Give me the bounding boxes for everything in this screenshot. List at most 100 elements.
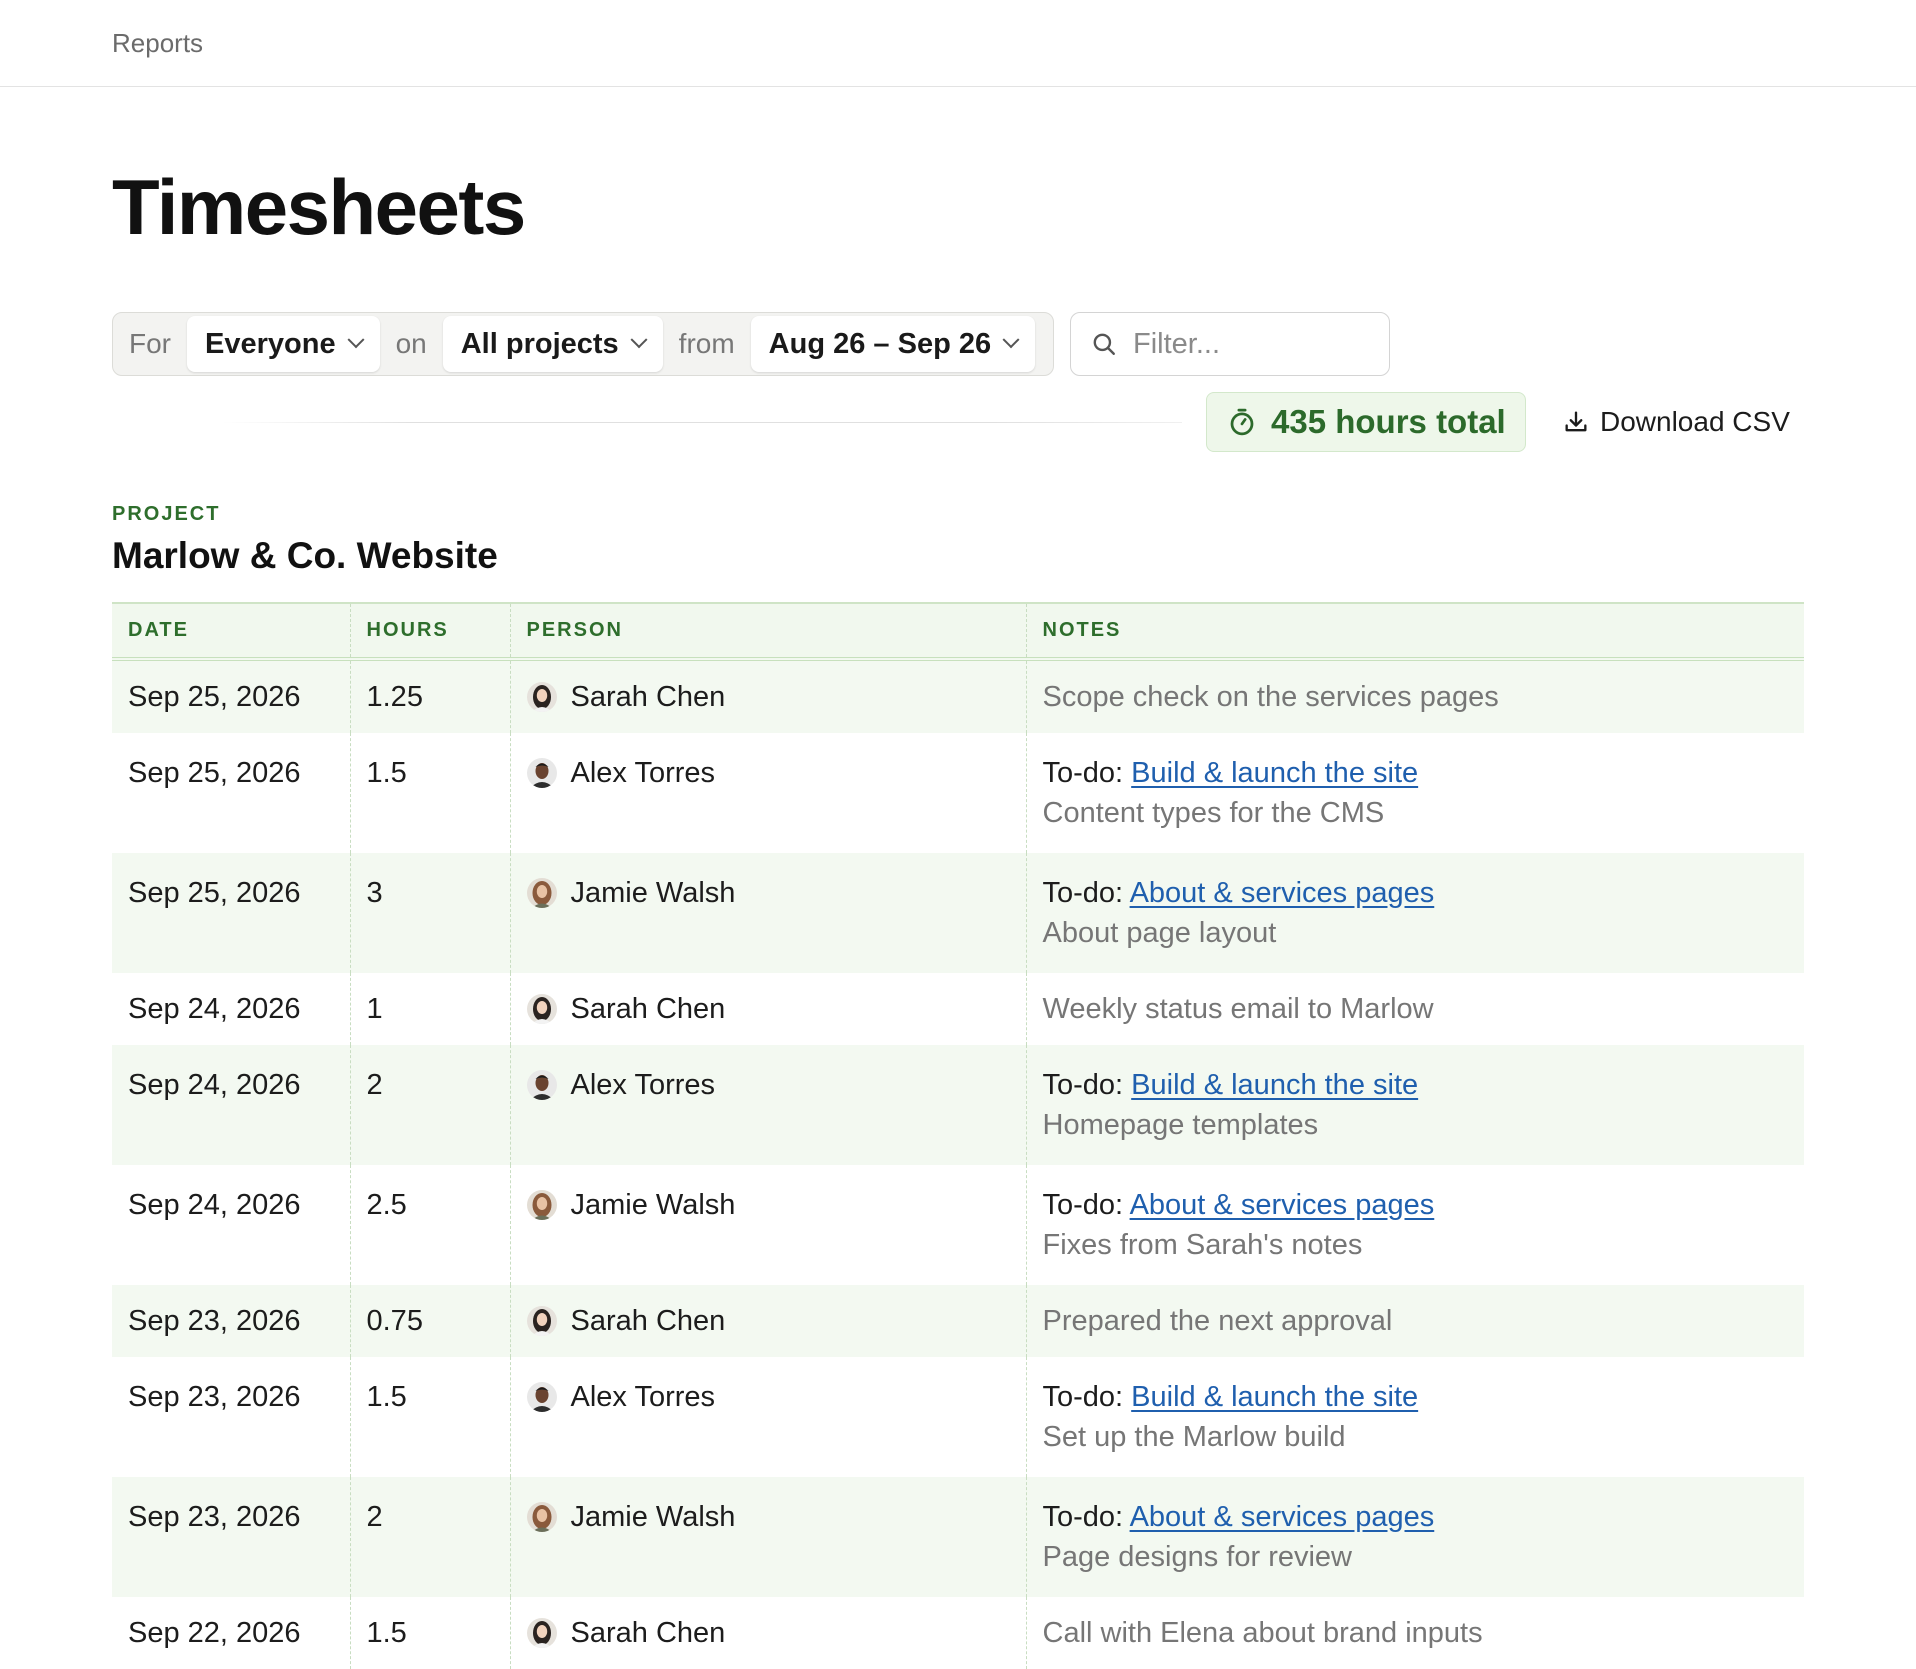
avatar bbox=[526, 878, 557, 908]
cell-hours: 0.75 bbox=[349, 1285, 510, 1357]
cell-person: Sarah Chen bbox=[509, 1285, 1026, 1357]
todo-link[interactable]: About & services pages bbox=[1130, 1501, 1435, 1533]
date-range-selector[interactable]: Aug 26 – Sep 26 bbox=[750, 316, 1036, 372]
hours-total-text: 435 hours total bbox=[1271, 403, 1506, 440]
avatar bbox=[526, 1190, 557, 1220]
breadcrumb-reports[interactable]: Reports bbox=[112, 28, 203, 59]
top-bar: Reports bbox=[0, 0, 1916, 87]
cell-person: Sarah Chen bbox=[509, 659, 1026, 733]
search-icon bbox=[1093, 333, 1115, 355]
column-header-hours[interactable]: HOURS bbox=[349, 603, 510, 661]
todo-prefix: To-do: bbox=[1042, 877, 1124, 909]
note-text: Homepage templates bbox=[1042, 1109, 1319, 1141]
cell-hours: 2 bbox=[349, 1045, 510, 1165]
filter-search-input[interactable] bbox=[1133, 327, 1373, 361]
todo-prefix: To-do: bbox=[1042, 757, 1124, 789]
todo-prefix: To-do: bbox=[1042, 1189, 1124, 1221]
person-name: Sarah Chen bbox=[570, 993, 726, 1025]
person-name: Jamie Walsh bbox=[570, 1501, 736, 1533]
person-name: Alex Torres bbox=[570, 757, 716, 789]
avatar bbox=[526, 758, 557, 788]
filter-from-label: from bbox=[678, 328, 735, 359]
chevron-down-icon bbox=[630, 331, 648, 349]
download-icon bbox=[1565, 411, 1587, 432]
cell-person: Alex Torres bbox=[509, 733, 1026, 853]
avatar bbox=[526, 1070, 557, 1100]
avatar bbox=[526, 682, 557, 712]
cell-date: Sep 23, 2026 bbox=[128, 1381, 301, 1413]
column-header-notes[interactable]: NOTES bbox=[1025, 603, 1804, 661]
cell-person: Jamie Walsh bbox=[509, 1477, 1026, 1597]
note-text: Page designs for review bbox=[1042, 1541, 1353, 1573]
column-header-person[interactable]: PERSON bbox=[509, 603, 1026, 661]
cell-hours: 2 bbox=[349, 1477, 510, 1597]
cell-date: Sep 24, 2026 bbox=[128, 1189, 301, 1221]
table-row: Sep 24, 2026 1 Sarah Chen Weekly status ema… bbox=[112, 973, 1804, 1045]
divider bbox=[222, 422, 1182, 423]
note-text: Fixes from Sarah's notes bbox=[1042, 1229, 1363, 1261]
filter-bar: For Everyone on All projects from Aug 26… bbox=[112, 312, 1054, 376]
note-text: About page layout bbox=[1042, 917, 1277, 949]
cell-notes: To-do: Build & launch the site Set up the… bbox=[1025, 1357, 1804, 1477]
cell-notes: To-do: Build & launch the site Content ty… bbox=[1025, 733, 1804, 853]
cell-person: Sarah Chen bbox=[509, 973, 1026, 1045]
person-name: Jamie Walsh bbox=[570, 1189, 736, 1221]
cell-date: Sep 23, 2026 bbox=[128, 1305, 301, 1337]
cell-person: Jamie Walsh bbox=[509, 1165, 1026, 1285]
cell-date: Sep 24, 2026 bbox=[128, 1069, 301, 1101]
column-header-date[interactable]: DATE bbox=[112, 603, 350, 661]
chevron-down-icon bbox=[1002, 331, 1020, 349]
note-text: Weekly status email to Marlow bbox=[1042, 993, 1434, 1025]
todo-link[interactable]: Build & launch the site bbox=[1131, 757, 1418, 789]
cell-person: Sarah Chen bbox=[509, 1597, 1026, 1669]
person-name: Sarah Chen bbox=[570, 1305, 726, 1337]
project-label: PROJECT bbox=[112, 503, 221, 525]
cell-date: Sep 22, 2026 bbox=[128, 1617, 301, 1649]
filter-for-label: For bbox=[129, 328, 171, 359]
person-name: Sarah Chen bbox=[570, 681, 726, 713]
cell-notes: Prepared the next approval bbox=[1025, 1285, 1804, 1357]
cell-notes: To-do: About & services pages About page … bbox=[1025, 853, 1804, 973]
avatar bbox=[526, 1382, 557, 1412]
hours-total-badge: 435 hours total bbox=[1206, 392, 1526, 452]
stopwatch-icon bbox=[1230, 408, 1254, 436]
person-selector-value: Everyone bbox=[205, 327, 336, 360]
table-row: Sep 25, 2026 1.25 Sarah Chen Scope check on… bbox=[112, 659, 1804, 733]
todo-link[interactable]: Build & launch the site bbox=[1131, 1381, 1418, 1413]
note-text: Call with Elena about brand inputs bbox=[1042, 1617, 1483, 1649]
table-row: Sep 25, 2026 3 Jamie Walsh To-do: About & s… bbox=[112, 853, 1804, 973]
table-row: Sep 24, 2026 2 Alex Torres To-do: Build & l… bbox=[112, 1045, 1804, 1165]
project-selector[interactable]: All projects bbox=[442, 316, 663, 372]
cell-notes: Call with Elena about brand inputs bbox=[1025, 1597, 1804, 1669]
cell-hours: 1.5 bbox=[349, 1357, 510, 1477]
todo-link[interactable]: About & services pages bbox=[1130, 1189, 1435, 1221]
project-name: Marlow & Co. Website bbox=[112, 535, 498, 576]
chevron-down-icon bbox=[347, 331, 365, 349]
cell-notes: To-do: About & services pages Fixes from … bbox=[1025, 1165, 1804, 1285]
cell-hours: 1.5 bbox=[349, 1597, 510, 1669]
cell-person: Alex Torres bbox=[509, 1045, 1026, 1165]
todo-prefix: To-do: bbox=[1042, 1069, 1124, 1101]
table-row: Sep 23, 2026 1.5 Alex Torres To-do: Build &… bbox=[112, 1357, 1804, 1477]
cell-notes: To-do: About & services pages Page design… bbox=[1025, 1477, 1804, 1597]
avatar bbox=[526, 994, 557, 1024]
table-header-row: DATE HOURS PERSON NOTES bbox=[112, 603, 1804, 661]
timesheet-table: DATE HOURS PERSON NOTES Sep 25, 2026 1.25… bbox=[112, 602, 1804, 1669]
todo-link[interactable]: About & services pages bbox=[1130, 877, 1435, 909]
cell-date: Sep 25, 2026 bbox=[128, 681, 301, 713]
todo-link[interactable]: Build & launch the site bbox=[1131, 1069, 1418, 1101]
download-csv-label: Download CSV bbox=[1600, 406, 1790, 437]
cell-hours: 1.25 bbox=[349, 659, 510, 733]
table-row: Sep 22, 2026 1.5 Sarah Chen Call with Elena… bbox=[112, 1597, 1804, 1669]
note-text: Set up the Marlow build bbox=[1042, 1421, 1346, 1453]
avatar bbox=[526, 1502, 557, 1532]
person-selector[interactable]: Everyone bbox=[187, 316, 380, 372]
note-text: Scope check on the services pages bbox=[1042, 681, 1499, 713]
table-row: Sep 24, 2026 2.5 Jamie Walsh To-do: About &… bbox=[112, 1165, 1804, 1285]
avatar bbox=[526, 1306, 557, 1336]
person-name: Jamie Walsh bbox=[570, 877, 736, 909]
cell-date: Sep 24, 2026 bbox=[128, 993, 301, 1025]
person-name: Alex Torres bbox=[570, 1381, 716, 1413]
download-csv-button[interactable]: Download CSV bbox=[1562, 400, 1790, 444]
cell-person: Alex Torres bbox=[509, 1357, 1026, 1477]
